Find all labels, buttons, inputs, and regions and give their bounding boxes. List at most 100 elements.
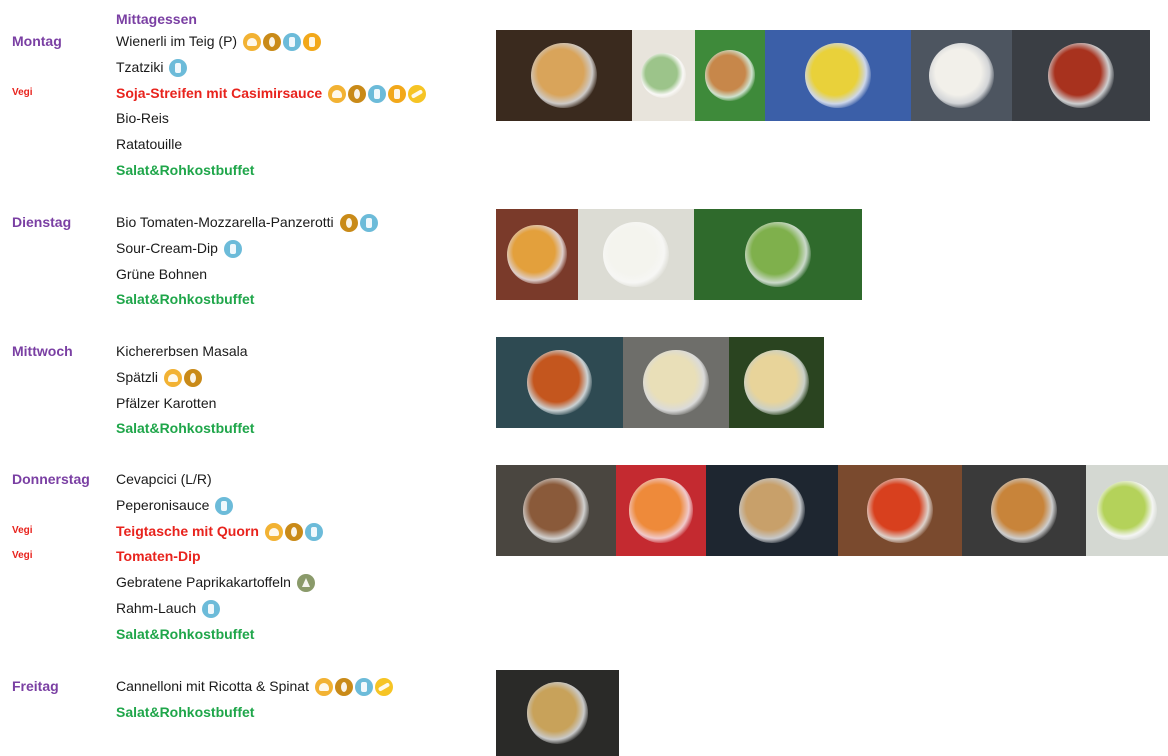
menu-item: Teigtasche mit Quorn — [116, 523, 323, 541]
dish-plate — [628, 478, 694, 543]
day-label-dienstag: Dienstag — [12, 214, 72, 230]
menu-item: Tomaten-Dip — [116, 548, 201, 564]
paprikakartoffeln-photo — [962, 465, 1086, 556]
menu-item-label: Spätzli — [116, 368, 159, 385]
menu-item: Peperonisauce — [116, 496, 234, 516]
menu-item-label: Salat&Rohkostbuffet — [116, 162, 255, 178]
menu-item-label: Peperonisauce — [116, 496, 210, 513]
menu-item: Tzatziki — [116, 59, 188, 78]
dish-plate — [867, 477, 933, 544]
milk-icon — [359, 214, 378, 233]
menu-item: Rahm-Lauch — [116, 600, 221, 619]
menu-item-label: Bio-Reis — [116, 110, 169, 127]
menu-item-label: Cevapcici (L/R) — [116, 471, 212, 487]
menu-item-label: Kichererbsen Masala — [116, 343, 248, 359]
egg-icon — [263, 33, 282, 52]
menu-item-label: Tomaten-Dip — [116, 548, 201, 565]
spaetzli-photo — [623, 337, 729, 428]
menu-item-label: Salat&Rohkostbuffet — [116, 703, 255, 720]
salad-buffet-item: Salat&Rohkostbuffet — [116, 626, 254, 642]
celery-icon — [388, 84, 407, 103]
allergen-icons — [215, 497, 234, 516]
dish-plate — [991, 477, 1057, 544]
panzerotti-photo — [496, 209, 578, 300]
menu-item: Pfälzer Karotten — [116, 395, 216, 411]
dish-plate — [531, 42, 597, 109]
milk-icon — [283, 33, 302, 52]
dish-photo-strip — [496, 670, 619, 756]
allergen-icons — [243, 33, 322, 52]
menu-item: Wienerli im Teig (P) — [116, 33, 322, 52]
egg-icon — [184, 369, 203, 388]
lunch-heading: Mittagessen — [116, 11, 197, 27]
dish-plate — [739, 477, 805, 544]
pfaelzer-karotten-photo — [729, 337, 824, 428]
menu-item: Soja-Streifen mit Casimirsauce — [116, 84, 427, 103]
milk-icon — [215, 497, 234, 516]
menu-item-label: Grüne Bohnen — [116, 265, 208, 282]
milk-icon — [368, 84, 387, 103]
ratatouille-photo — [1012, 30, 1150, 121]
dish-photo-strip — [496, 465, 1168, 556]
dish-plate — [928, 42, 995, 109]
menu-item-label: Salat&Rohkostbuffet — [116, 291, 255, 308]
milk-icon — [202, 600, 221, 619]
milk-icon — [223, 240, 242, 259]
menu-item: Sour-Cream-Dip — [116, 239, 242, 259]
dish-plate — [743, 349, 810, 416]
dish-plate — [603, 221, 669, 288]
menu-item-label: Bio Tomaten-Mozzarella-Panzerotti — [116, 214, 334, 230]
allergen-icons — [164, 369, 203, 388]
menu-item-label: Soja-Streifen mit Casimirsauce — [116, 84, 323, 101]
vegi-tag: Vegi — [12, 550, 33, 562]
dish-photo-strip — [496, 337, 824, 428]
day-label-mittwoch: Mittwoch — [12, 343, 73, 359]
menu-item: Kichererbsen Masala — [116, 343, 248, 359]
menu-item-label: Wienerli im Teig (P) — [116, 33, 238, 49]
mustard-icon — [408, 84, 427, 103]
allergen-icons — [202, 600, 221, 619]
gluten-icon — [328, 84, 347, 103]
allergen-icons — [339, 214, 378, 233]
gluten-icon — [243, 33, 262, 52]
egg-icon — [339, 214, 358, 233]
celery-icon — [303, 33, 322, 52]
menu-item: Cevapcici (L/R) — [116, 471, 212, 487]
bio-reis-photo — [911, 30, 1012, 121]
allergen-icons — [169, 59, 188, 78]
menu-item-label: Gebratene Paprikakartoffeln — [116, 574, 291, 591]
dish-plate — [805, 42, 871, 109]
dish-plate — [1097, 480, 1157, 540]
vegi-tag: Vegi — [12, 524, 33, 536]
dish-photo-strip — [496, 209, 862, 300]
soja-streifen-photo — [695, 30, 765, 121]
salad-buffet-item: Salat&Rohkostbuffet — [116, 291, 254, 307]
tomaten-dip-photo — [838, 465, 962, 556]
gluten-icon — [264, 522, 283, 541]
salad-buffet-item: Salat&Rohkostbuffet — [116, 704, 254, 720]
day-label-donnerstag: Donnerstag — [12, 471, 90, 487]
gruene-bohnen-photo — [694, 209, 862, 300]
sour-cream-dip-photo — [578, 209, 694, 300]
menu-item: Ratatouille — [116, 136, 182, 152]
dish-plate — [640, 52, 687, 99]
vegi-tag: Vegi — [12, 86, 33, 98]
sulfite-icon — [296, 574, 315, 593]
allergen-icons — [328, 84, 427, 103]
peperonisauce-photo — [616, 465, 706, 556]
menu-item: Spätzli — [116, 368, 203, 388]
dish-plate — [1048, 42, 1114, 109]
allergen-icons — [223, 240, 242, 259]
gluten-icon — [164, 369, 183, 388]
wienerli-im-teig-photo — [496, 30, 632, 121]
salad-buffet-item: Salat&Rohkostbuffet — [116, 420, 254, 436]
menu-item-label: Ratatouille — [116, 136, 183, 153]
menu-item-label: Sour-Cream-Dip — [116, 239, 218, 256]
teigtasche-photo — [706, 465, 838, 556]
tzatziki-photo — [632, 30, 695, 121]
menu-item: Bio-Reis — [116, 110, 169, 126]
menu-item-label: Salat&Rohkostbuffet — [116, 420, 255, 437]
allergen-icons — [264, 522, 323, 541]
menu-item-label: Rahm-Lauch — [116, 600, 197, 616]
menu-item-label: Pfälzer Karotten — [116, 394, 217, 411]
